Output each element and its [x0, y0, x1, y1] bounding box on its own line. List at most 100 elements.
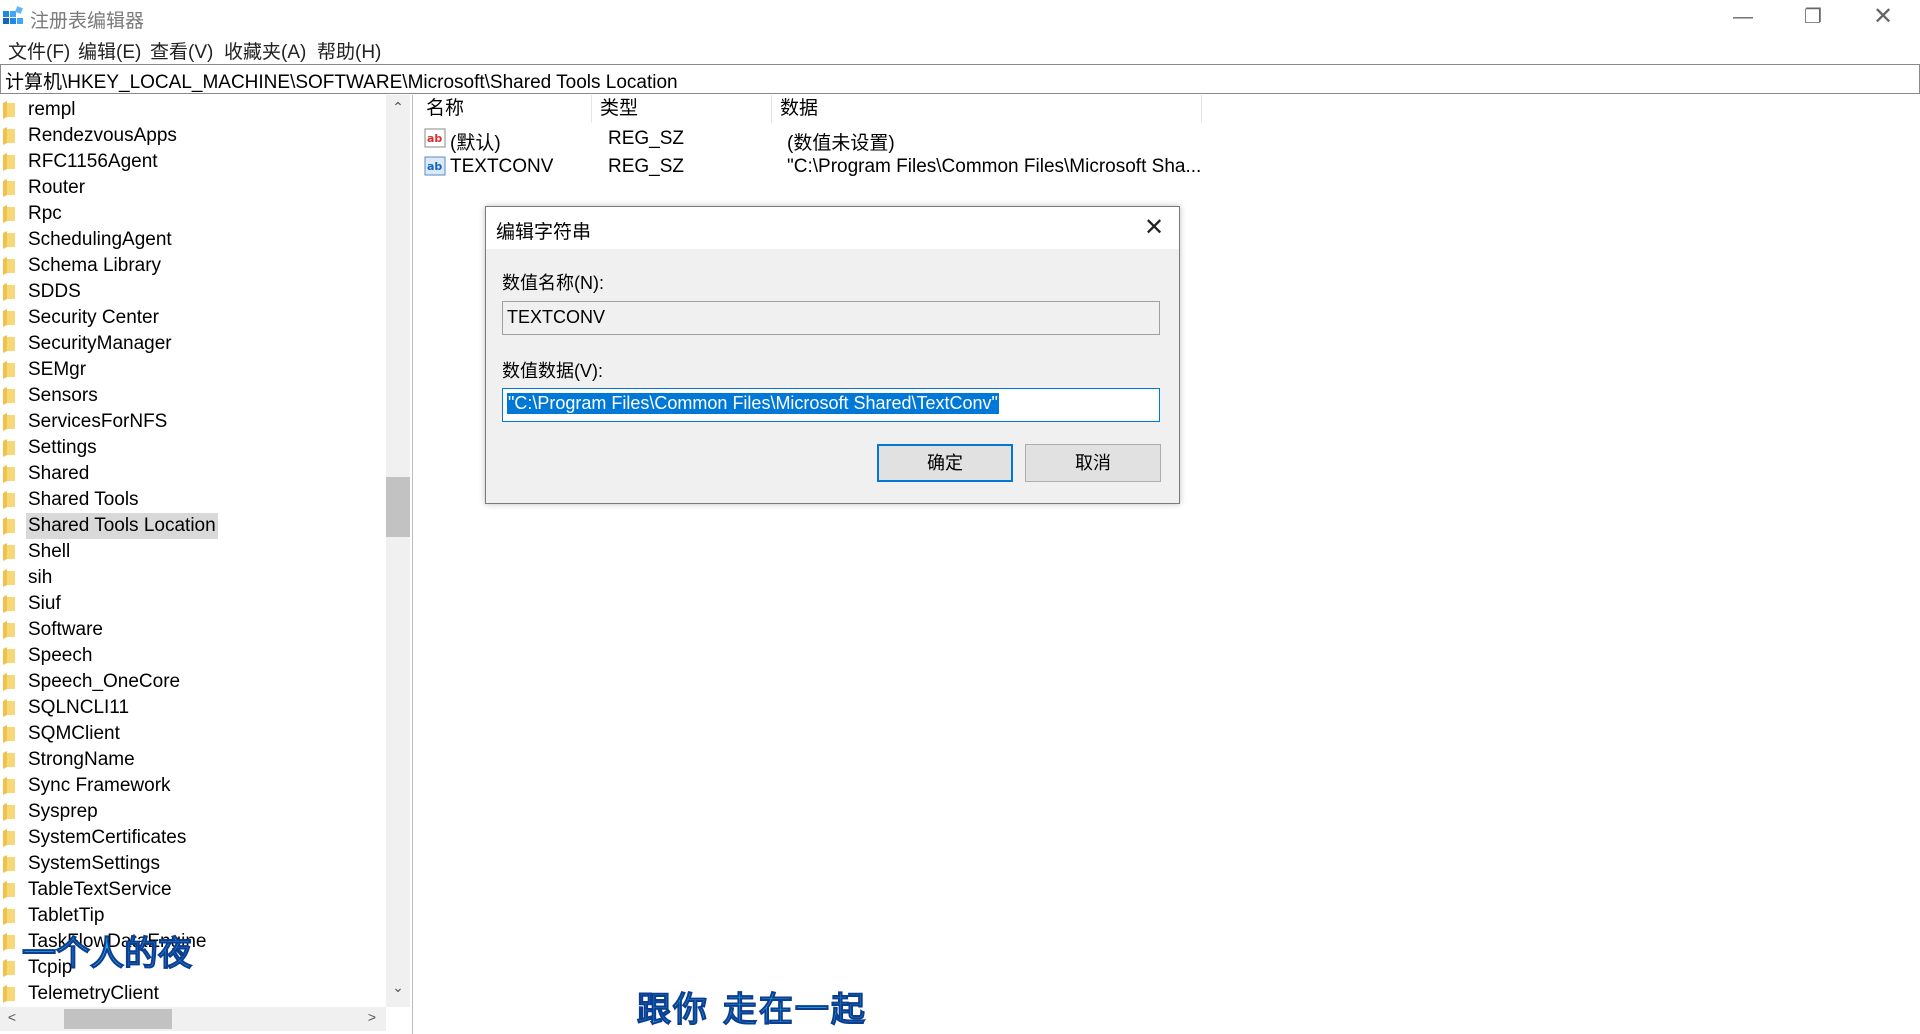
tree-item-label: Sync Framework	[28, 775, 171, 796]
folder-icon	[3, 985, 15, 1003]
folder-icon	[3, 231, 15, 249]
tree-item-label: SystemSettings	[28, 853, 160, 874]
folder-icon	[3, 751, 15, 769]
close-window-button[interactable]: ✕	[1848, 0, 1918, 34]
folder-icon	[3, 361, 15, 379]
value-type: REG_SZ	[608, 128, 685, 149]
menu-view[interactable]: 查看(V)	[150, 37, 213, 64]
tree-item-label: Shared	[28, 463, 90, 484]
folder-icon	[3, 673, 15, 691]
folder-icon	[3, 699, 15, 717]
tree-item-label: sih	[28, 567, 53, 588]
tree-item-label: SDDS	[28, 281, 81, 302]
folder-icon	[3, 179, 15, 197]
folder-icon	[3, 595, 15, 613]
menu-file[interactable]: 文件(F)	[8, 37, 70, 64]
folder-icon	[3, 517, 15, 535]
tree-item-label: Rpc	[28, 203, 62, 224]
tree-horizontal-scroll-thumb[interactable]	[64, 1009, 172, 1029]
edit-string-dialog: 编辑字符串 ✕ 数值名称(N): TEXTCONV 数值数据(V): "C:\P…	[485, 206, 1180, 504]
tree-item-label: Siuf	[28, 593, 61, 614]
minimize-button[interactable]: —	[1708, 0, 1778, 34]
tree-item-label: RFC1156Agent	[28, 151, 158, 172]
tree-item-label: Shared Tools	[28, 489, 139, 510]
folder-icon	[3, 803, 15, 821]
tree-item-label: Software	[28, 619, 103, 640]
tree-item-label: Schema Library	[28, 255, 162, 276]
tree-vertical-scrollbar[interactable]: ⌃ ⌄	[386, 95, 410, 1007]
folder-icon	[3, 465, 15, 483]
folder-icon	[3, 257, 15, 275]
tree-item-label: TableTextService	[28, 879, 172, 900]
tree-item-label: SQMClient	[28, 723, 120, 744]
restore-button[interactable]: ❐	[1778, 0, 1848, 34]
column-header-name[interactable]: 名称	[418, 95, 592, 123]
value-name-field: TEXTCONV	[502, 301, 1160, 335]
folder-icon	[3, 907, 15, 925]
menu-edit[interactable]: 编辑(E)	[78, 37, 141, 64]
dialog-title-bar: 编辑字符串 ✕	[486, 207, 1179, 249]
tree-item-label: StrongName	[28, 749, 135, 770]
tree-vertical-scroll-thumb[interactable]	[386, 477, 410, 537]
tree-item-label: Shell	[28, 541, 71, 562]
string-value-icon: ab	[424, 156, 446, 176]
menu-help[interactable]: 帮助(H)	[317, 37, 381, 64]
tree-item-label: SystemCertificates	[28, 827, 187, 848]
dialog-title: 编辑字符串	[496, 222, 592, 243]
scroll-left-arrow-icon[interactable]: <	[0, 1009, 24, 1025]
subtitle-overlay-bottom: 跟你 走在一起	[637, 990, 867, 1031]
window-title: 注册表编辑器	[30, 11, 145, 32]
column-header-type[interactable]: 类型	[592, 95, 772, 123]
tree-item-label: ServicesForNFS	[28, 411, 168, 432]
folder-icon	[3, 309, 15, 327]
scroll-down-arrow-icon[interactable]: ⌄	[386, 979, 410, 996]
value-data: (数值未设置)	[787, 133, 895, 154]
folder-icon	[3, 387, 15, 405]
folder-icon	[3, 413, 15, 431]
tree-item-label: Speech	[28, 645, 93, 666]
value-data-input[interactable]: "C:\Program Files\Common Files\Microsoft…	[502, 388, 1160, 422]
tree-item-label: TelemetryClient	[28, 983, 159, 1004]
value-name: TEXTCONV	[450, 156, 554, 177]
value-row[interactable]: ab (默认) REG_SZ (数值未设置)	[418, 125, 1518, 154]
value-data: "C:\Program Files\Common Files\Microsoft…	[787, 156, 1202, 177]
cancel-button[interactable]: 取消	[1025, 444, 1161, 482]
tree-item-label: rempl	[28, 99, 76, 120]
value-row[interactable]: ab TEXTCONV REG_SZ "C:\Program Files\Com…	[418, 153, 1518, 181]
folder-icon	[3, 439, 15, 457]
value-data-label: 数值数据(V):	[502, 361, 603, 381]
folder-icon	[3, 569, 15, 587]
ok-button[interactable]: 确定	[877, 444, 1013, 482]
tree-item-label: Settings	[28, 437, 97, 458]
value-name-label: 数值名称(N):	[502, 273, 604, 293]
tree-item-label: SQLNCLI11	[28, 697, 130, 718]
tree-item-label: Router	[28, 177, 86, 198]
tree-item-label: SecurityManager	[28, 333, 172, 354]
folder-icon	[3, 153, 15, 171]
folder-icon	[3, 127, 15, 145]
folder-icon	[3, 933, 15, 951]
column-header-data[interactable]: 数据	[772, 95, 1202, 123]
folder-icon	[3, 725, 15, 743]
folder-icon	[3, 335, 15, 353]
value-name: (默认)	[450, 133, 501, 154]
tree-item-label: SEMgr	[28, 359, 87, 380]
tree-item-label: Speech_OneCore	[28, 671, 181, 692]
menu-favorites[interactable]: 收藏夹(A)	[224, 37, 306, 64]
value-name-text: TEXTCONV	[507, 307, 606, 327]
scroll-up-arrow-icon[interactable]: ⌃	[386, 99, 410, 116]
address-path: 计算机\HKEY_LOCAL_MACHINE\SOFTWARE\Microsof…	[5, 72, 678, 93]
tree-item-label: Shared Tools Location	[26, 513, 218, 539]
dialog-close-icon[interactable]: ✕	[1139, 213, 1169, 243]
scroll-right-arrow-icon[interactable]: >	[360, 1009, 384, 1025]
svg-text:ab: ab	[427, 160, 442, 173]
value-type: REG_SZ	[608, 156, 685, 177]
address-bar[interactable]: 计算机\HKEY_LOCAL_MACHINE\SOFTWARE\Microsof…	[0, 64, 1920, 94]
tree-item-label: RendezvousApps	[28, 125, 177, 146]
tree-item-label: Sysprep	[28, 801, 98, 822]
string-value-icon: ab	[424, 128, 446, 148]
tree-horizontal-scrollbar[interactable]: < >	[0, 1007, 386, 1031]
folder-icon	[3, 543, 15, 561]
regedit-app-icon	[3, 6, 23, 24]
folder-icon	[3, 491, 15, 509]
